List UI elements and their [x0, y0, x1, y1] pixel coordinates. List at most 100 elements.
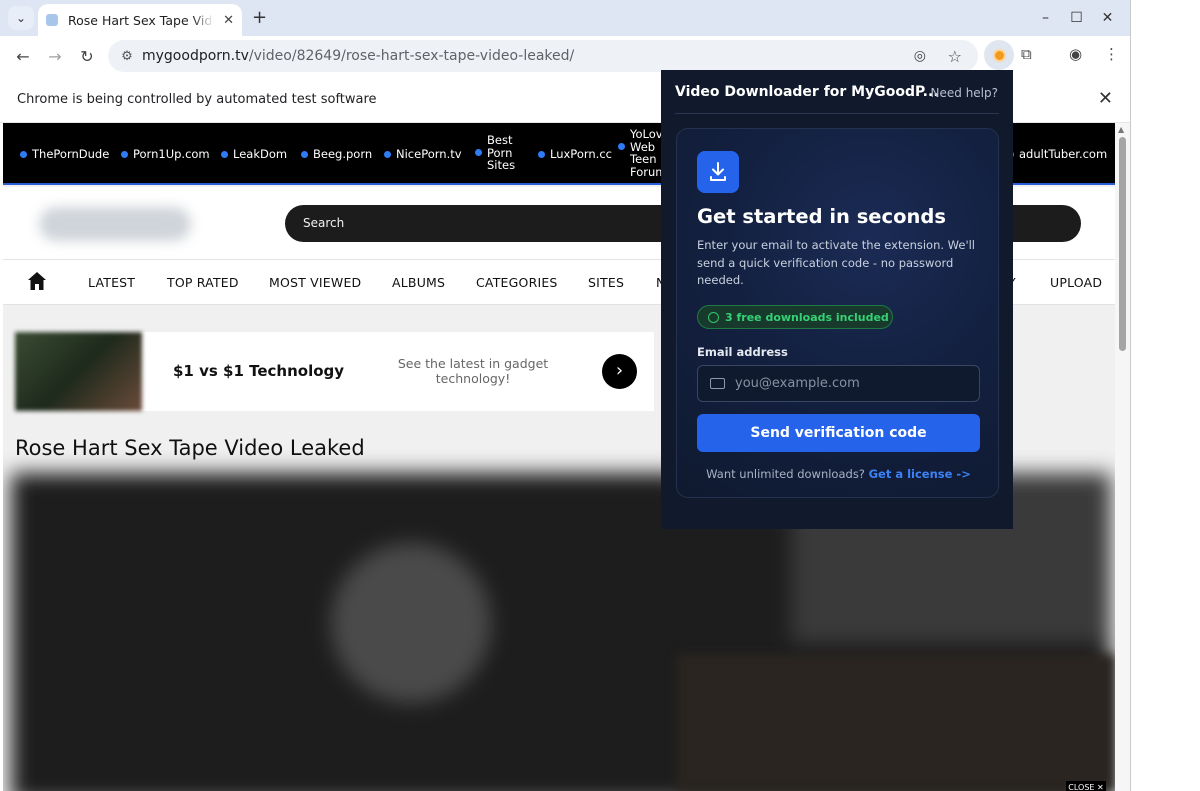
partner-link-line: LeakDom	[233, 147, 288, 161]
active-tab[interactable]: Rose Hart Sex Tape Video Leaked ✕	[38, 4, 242, 36]
get-license-link[interactable]: Get a license ->	[869, 467, 971, 481]
partner-link-label: Beeg.porn	[313, 147, 372, 161]
minimize-icon[interactable]: –	[1030, 6, 1061, 30]
scroll-up-icon[interactable]: ▲	[1118, 125, 1124, 134]
divider	[675, 113, 999, 114]
partner-link-line: ThePornDude	[32, 147, 110, 161]
address-bar[interactable]: ⚙ mygoodporn.tv/video/82649/rose-hart-se…	[108, 40, 978, 72]
bullet-icon	[221, 151, 228, 158]
automation-message: Chrome is being controlled by automated …	[17, 92, 377, 107]
play-icon[interactable]	[331, 543, 491, 703]
popup-ad-thumbnails[interactable]	[677, 654, 1115, 791]
partner-link-line: Porn1Up.com	[133, 147, 210, 161]
badge-text: 3 free downloads included	[725, 310, 889, 324]
bullet-icon	[384, 151, 391, 158]
bookmark-star-icon[interactable]: ☆	[948, 47, 962, 66]
reload-icon[interactable]: ↻	[71, 47, 103, 66]
ad-arrow-button[interactable]: ›	[602, 354, 637, 389]
desktop-background	[1131, 0, 1200, 791]
home-icon[interactable]	[27, 271, 47, 291]
partner-link[interactable]: Beeg.porn	[301, 147, 372, 161]
email-label: Email address	[697, 345, 788, 359]
search-placeholder: Search	[303, 216, 345, 230]
menu-upload[interactable]: UPLOAD	[1050, 275, 1102, 290]
bullet-icon	[538, 151, 545, 158]
url-text: mygoodporn.tv/video/82649/rose-hart-sex-…	[142, 48, 574, 64]
ad-headline: $1 vs $1 Technology	[173, 362, 345, 380]
partner-link[interactable]: adultTuber.com	[1007, 147, 1107, 161]
menu-latest[interactable]: LATEST	[88, 275, 135, 290]
need-help-link[interactable]: Need help?	[931, 86, 998, 100]
menu-categories[interactable]: CATEGORIES	[476, 275, 558, 290]
menu-most-viewed[interactable]: MOST VIEWED	[269, 275, 361, 290]
partner-link-label: LuxPorn.cc	[550, 147, 612, 161]
bullet-icon	[618, 143, 625, 150]
partner-link[interactable]: Best Porn Sites	[475, 134, 515, 172]
footer-text: Want unlimited downloads?	[706, 467, 865, 481]
partner-link[interactable]: ThePornDude	[20, 147, 109, 161]
tab-title: Rose Hart Sex Tape Video Leaked	[68, 12, 214, 28]
site-info-icon[interactable]: ⚙	[112, 49, 142, 64]
partner-link-line: Sites	[487, 158, 516, 172]
partner-link-line: adultTuber.com	[1019, 147, 1108, 161]
url-path: /video/82649/rose-hart-sex-tape-video-le…	[248, 48, 575, 64]
page-scrollbar[interactable]: ▲	[1115, 123, 1130, 791]
menu-sites[interactable]: SITES	[588, 275, 624, 290]
popup-header: Video Downloader for MyGoodP...	[675, 84, 939, 100]
partner-link-label: Best Porn Sites	[487, 134, 515, 172]
menu-top-rated[interactable]: TOP RATED	[167, 275, 239, 290]
free-downloads-badge: 3 free downloads included	[697, 305, 893, 329]
url-host: mygoodporn.tv	[142, 48, 249, 64]
tab-search-icon[interactable]: ⌄	[8, 6, 34, 30]
send-verification-button[interactable]: Send verification code	[697, 414, 980, 452]
bullet-icon	[20, 151, 27, 158]
infobar-close-icon[interactable]: ✕	[1098, 88, 1113, 109]
partner-link-label: NicePorn.tv	[396, 147, 462, 161]
license-footer: Want unlimited downloads? Get a license …	[677, 467, 1000, 481]
menu-albums[interactable]: ALBUMS	[392, 275, 445, 290]
email-input[interactable]	[735, 376, 965, 391]
tracking-protection-icon[interactable]: ◎	[914, 48, 926, 64]
extension-popup: Video Downloader for MyGoodP... Need hel…	[661, 70, 1013, 529]
partner-link[interactable]: NicePorn.tv	[384, 147, 462, 161]
partner-link[interactable]: Porn1Up.com	[121, 147, 210, 161]
check-circle-icon	[708, 311, 719, 323]
partner-link-line: Beeg.porn	[313, 147, 373, 161]
extensions-puzzle-icon[interactable]: ⧉	[1021, 45, 1032, 63]
favicon-icon	[46, 14, 58, 26]
extension-active-icon[interactable]	[984, 40, 1014, 70]
forward-icon[interactable]: →	[39, 47, 71, 66]
bullet-icon	[475, 149, 482, 156]
partner-link[interactable]: LuxPorn.cc	[538, 147, 612, 161]
bullet-icon	[121, 151, 128, 158]
download-icon	[697, 151, 739, 193]
new-tab-button[interactable]: +	[252, 7, 267, 28]
tab-close-icon[interactable]: ✕	[223, 13, 234, 28]
partner-link-line: LuxPorn.cc	[550, 147, 612, 161]
close-window-icon[interactable]: ✕	[1092, 6, 1123, 30]
close-ad-button[interactable]: CLOSE ✕	[1066, 781, 1106, 791]
ad-image	[15, 332, 142, 411]
scrollbar-thumb[interactable]	[1119, 137, 1126, 351]
site-logo[interactable]	[39, 207, 191, 241]
signup-card: Get started in seconds Enter your email …	[676, 128, 999, 498]
partner-link-label: Porn1Up.com	[133, 147, 210, 161]
partner-link-label: adultTuber.com	[1019, 147, 1107, 161]
partner-link-label: LeakDom	[233, 147, 287, 161]
partner-link[interactable]: LeakDom	[221, 147, 287, 161]
ad-subtext: See the latest in gadget technology!	[397, 356, 549, 386]
partner-link-line: Best	[487, 133, 513, 147]
tab-strip: ⌄ Rose Hart Sex Tape Video Leaked ✕ + – …	[0, 0, 1130, 36]
email-field[interactable]	[697, 365, 980, 402]
menu-kebab-icon[interactable]: ⋮	[1104, 45, 1119, 63]
back-icon[interactable]: ←	[7, 47, 39, 66]
ad-banner[interactable]: $1 vs $1 Technology See the latest in ga…	[15, 332, 654, 411]
maximize-icon[interactable]: ☐	[1061, 6, 1092, 30]
partner-link-label: ThePornDude	[32, 147, 109, 161]
mail-icon	[710, 378, 725, 389]
popup-description: Enter your email to activate the extensi…	[697, 238, 975, 287]
browser-window: ⌄ Rose Hart Sex Tape Video Leaked ✕ + – …	[0, 0, 1131, 791]
partner-link-line: NicePorn.tv	[396, 147, 462, 161]
popup-title: Get started in seconds	[697, 205, 946, 228]
profile-icon[interactable]: ◉	[1069, 45, 1082, 63]
